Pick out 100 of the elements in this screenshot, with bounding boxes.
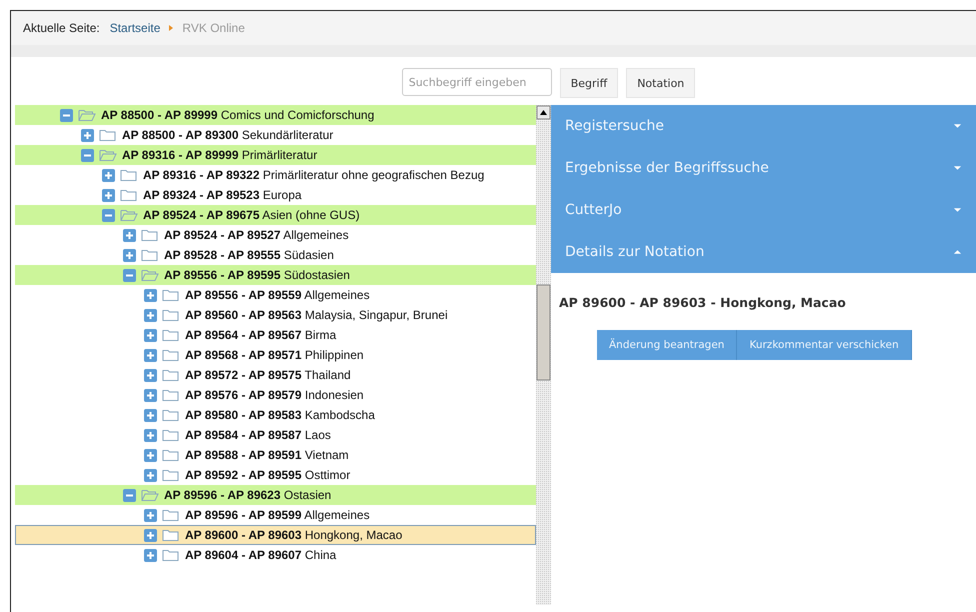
expand-icon[interactable] <box>144 348 157 362</box>
caret-icon <box>953 207 962 213</box>
search-button[interactable]: Notation <box>626 68 696 98</box>
folder-icon <box>162 528 180 542</box>
folder-icon <box>99 128 117 142</box>
folder-icon <box>120 168 138 182</box>
collapse-icon[interactable] <box>60 108 73 122</box>
tree-row[interactable]: AP 89572 - AP 89575 Thailand <box>15 365 536 385</box>
folder-icon <box>99 148 117 162</box>
tree-row[interactable]: AP 89556 - AP 89559 Allgemeines <box>15 285 536 305</box>
tree-item-label[interactable]: AP 89316 - AP 89322 Primärliteratur ohne geografischen Bezug <box>143 168 484 182</box>
tree-item-label[interactable]: AP 88500 - AP 89999 Comics und Comicforschung <box>101 108 374 122</box>
tree-item-label[interactable]: AP 89580 - AP 89583 Kambodscha <box>185 408 375 422</box>
expand-icon[interactable] <box>123 248 136 262</box>
expand-icon[interactable] <box>144 448 157 462</box>
tree-item-label[interactable]: AP 89604 - AP 89607 China <box>185 548 336 562</box>
expand-icon[interactable] <box>144 368 157 382</box>
tree-row[interactable]: AP 89596 - AP 89623 Ostasien <box>15 485 536 505</box>
tree-row[interactable]: AP 89588 - AP 89591 Vietnam <box>15 445 536 465</box>
tree-item-label[interactable]: AP 89592 - AP 89595 Osttimor <box>185 468 350 482</box>
folder-icon <box>162 308 180 322</box>
collapse-icon[interactable] <box>123 488 136 502</box>
folder-icon <box>162 348 180 362</box>
folder-icon <box>162 388 180 402</box>
folder-icon <box>162 328 180 342</box>
search-field[interactable]: Suchbegriff eingeben <box>402 68 552 96</box>
tree-item-label[interactable]: AP 89572 - AP 89575 Thailand <box>185 368 351 382</box>
tree-item-label[interactable]: AP 89596 - AP 89623 Ostasien <box>164 488 332 502</box>
tree-row[interactable]: AP 89600 - AP 89603 Hongkong, Macao <box>15 525 536 545</box>
folder-icon <box>162 368 180 382</box>
expand-icon[interactable] <box>123 228 136 242</box>
expand-icon[interactable] <box>102 188 115 202</box>
tree-item-label[interactable]: AP 89324 - AP 89523 Europa <box>143 188 302 202</box>
tree-row[interactable]: AP 89604 - AP 89607 China <box>15 545 536 565</box>
chevron-icon <box>168 24 174 32</box>
tree-item-label[interactable]: AP 89584 - AP 89587 Laos <box>185 428 331 442</box>
tree-item-label[interactable]: AP 89600 - AP 89603 Hongkong, Macao <box>185 528 402 542</box>
caret-icon <box>953 249 962 255</box>
folder-icon <box>141 248 159 262</box>
tree-row[interactable]: AP 89524 - AP 89675 Asien (ohne GUS) <box>15 205 536 225</box>
tree-row[interactable]: AP 89528 - AP 89555 Südasien <box>15 245 536 265</box>
expand-icon[interactable] <box>144 328 157 342</box>
notation-title: AP 89600 - AP 89603 - Hongkong, Macao <box>558 294 847 310</box>
expand-icon[interactable] <box>144 388 157 402</box>
expand-icon[interactable] <box>144 528 157 542</box>
tree-row[interactable]: AP 89556 - AP 89595 Südostasien <box>15 265 536 285</box>
tree-row[interactable]: AP 89576 - AP 89579 Indonesien <box>15 385 536 405</box>
tree-item-label[interactable]: AP 89316 - AP 89999 Primärliteratur <box>122 148 318 162</box>
tree-item-label[interactable]: AP 89588 - AP 89591 Vietnam <box>185 448 349 462</box>
tree-row[interactable]: AP 89596 - AP 89599 Allgemeines <box>15 505 536 525</box>
collapse-icon[interactable] <box>102 208 115 222</box>
expand-icon[interactable] <box>102 168 115 182</box>
tree-row[interactable]: AP 89560 - AP 89563 Malaysia, Singapur, Brunei <box>15 305 536 325</box>
folder-icon <box>162 468 180 482</box>
tree-row[interactable]: AP 89316 - AP 89999 Primärliteratur <box>15 145 536 165</box>
tree-item-label[interactable]: AP 89596 - AP 89599 Allgemeines <box>185 508 370 522</box>
folder-icon <box>120 208 138 222</box>
tree-row[interactable]: AP 89316 - AP 89322 Primärliteratur ohne geografischen Bezug <box>15 165 536 185</box>
tree-item-label[interactable]: AP 89528 - AP 89555 Südasien <box>164 248 334 262</box>
scrollbar[interactable] <box>536 105 551 605</box>
caret-icon <box>953 123 962 129</box>
folder-icon <box>162 288 180 302</box>
folder-icon <box>78 108 96 122</box>
collapse-icon[interactable] <box>123 268 136 282</box>
folder-icon <box>162 448 180 462</box>
expand-icon[interactable] <box>81 128 94 142</box>
tree-row[interactable]: AP 89580 - AP 89583 Kambodscha <box>15 405 536 425</box>
expand-icon[interactable] <box>144 428 157 442</box>
expand-icon[interactable] <box>144 408 157 422</box>
tree-row[interactable]: AP 88500 - AP 89300 Sekundärliteratur <box>15 125 536 145</box>
tree-row[interactable]: AP 89592 - AP 89595 Osttimor <box>15 465 536 485</box>
breadcrumb-label: Aktuelle Seite: <box>23 21 100 35</box>
tree-row[interactable]: AP 89564 - AP 89567 Birma <box>15 325 536 345</box>
tree-row[interactable]: AP 89524 - AP 89527 Allgemeines <box>15 225 536 245</box>
expand-icon[interactable] <box>144 508 157 522</box>
tree-row[interactable]: AP 89584 - AP 89587 Laos <box>15 425 536 445</box>
tree-item-label[interactable]: AP 89564 - AP 89567 Birma <box>185 328 336 342</box>
folder-icon <box>120 188 138 202</box>
tree-row[interactable]: AP 89568 - AP 89571 Philippinen <box>15 345 536 365</box>
folder-icon <box>162 428 180 442</box>
tree-item-label[interactable]: AP 89524 - AP 89675 Asien (ohne GUS) <box>143 208 360 222</box>
expand-icon[interactable] <box>144 308 157 322</box>
tree-item-label[interactable]: AP 89560 - AP 89563 Malaysia, Singapur, Brunei <box>185 308 448 322</box>
breadcrumb-current: RVK Online <box>182 21 245 35</box>
tree-item-label[interactable]: AP 89556 - AP 89595 Südostasien <box>164 268 350 282</box>
tree-item-label[interactable]: AP 88500 - AP 89300 Sekundärliteratur <box>122 128 334 142</box>
breadcrumb-link[interactable]: Startseite <box>110 21 160 35</box>
search-button[interactable]: Begriff <box>560 68 618 98</box>
expand-icon[interactable] <box>144 548 157 562</box>
folder-icon <box>162 408 180 422</box>
tree-item-label[interactable]: AP 89568 - AP 89571 Philippinen <box>185 348 364 362</box>
tree-row[interactable]: AP 88500 - AP 89999 Comics und Comicforschung <box>15 105 536 125</box>
folder-icon <box>141 268 159 282</box>
tree-row[interactable]: AP 89324 - AP 89523 Europa <box>15 185 536 205</box>
tree-item-label[interactable]: AP 89524 - AP 89527 Allgemeines <box>164 228 349 242</box>
expand-icon[interactable] <box>144 468 157 482</box>
tree-item-label[interactable]: AP 89556 - AP 89559 Allgemeines <box>185 288 370 302</box>
expand-icon[interactable] <box>144 288 157 302</box>
tree-item-label[interactable]: AP 89576 - AP 89579 Indonesien <box>185 388 364 402</box>
collapse-icon[interactable] <box>81 148 94 162</box>
